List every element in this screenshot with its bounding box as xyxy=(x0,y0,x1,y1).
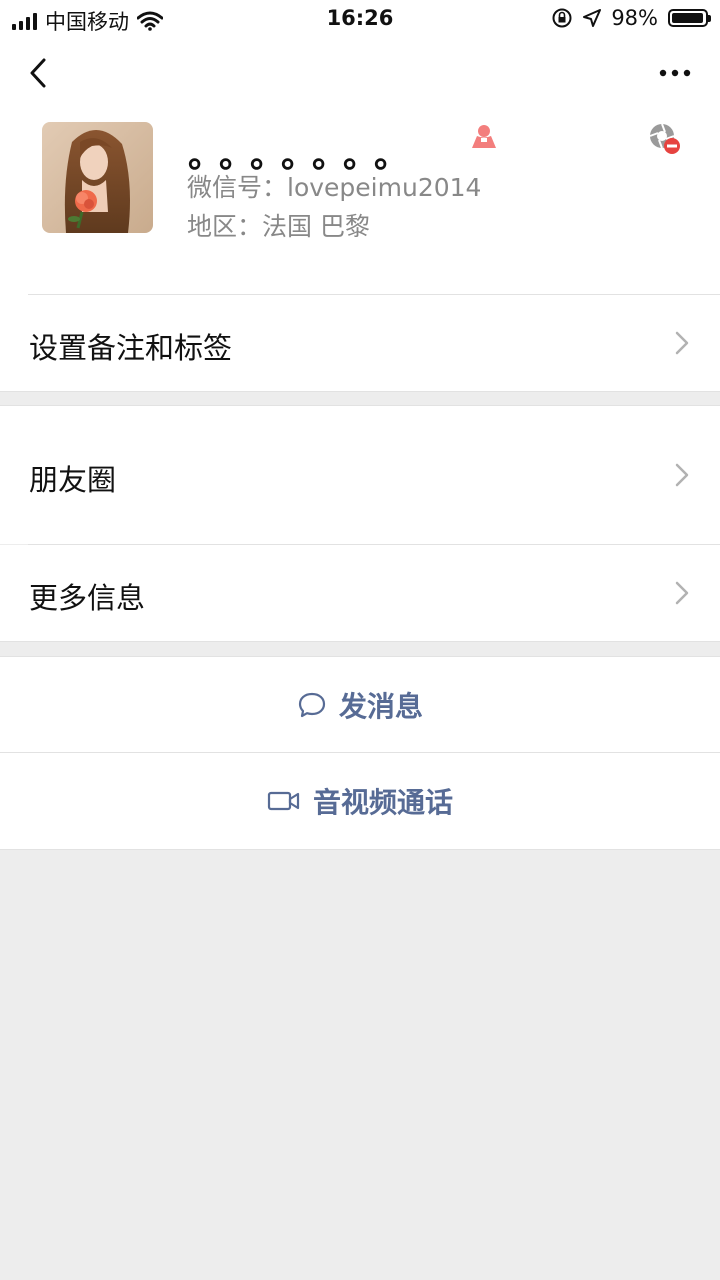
moments-row[interactable]: 朋友圈 xyxy=(0,406,720,544)
remark-tags-label: 设置备注和标签 xyxy=(29,331,233,365)
status-right: 98% xyxy=(551,6,711,30)
battery-level xyxy=(672,13,704,23)
more-info-label: 更多信息 xyxy=(29,581,146,615)
status-bar: 中国移动 16:26 98% xyxy=(0,0,720,38)
region-label: 地区： xyxy=(187,212,263,241)
more-button[interactable] xyxy=(650,50,700,96)
nav-bar xyxy=(0,38,720,108)
chevron-right-icon xyxy=(675,463,689,487)
wechat-id-row: 微信号：lovepeimu2014 xyxy=(187,168,481,204)
avatar-image xyxy=(42,122,153,233)
chevron-left-icon xyxy=(30,58,46,88)
divider xyxy=(0,849,720,850)
wechat-id-label: 微信号： xyxy=(187,173,288,202)
divider xyxy=(0,641,720,642)
back-button[interactable] xyxy=(22,50,62,96)
chat-bubble-icon xyxy=(298,692,326,718)
divider xyxy=(0,391,720,392)
chevron-right-icon xyxy=(675,331,689,355)
orientation-lock-icon xyxy=(552,8,572,28)
region-row: 地区：法国 巴黎 xyxy=(187,207,370,243)
profile-header: 。。。。。。。 微信号：lovepeimu2014 地区：法国 巴黎 xyxy=(0,108,720,295)
battery-icon xyxy=(668,9,711,27)
send-message-button[interactable]: 发消息 xyxy=(0,657,720,753)
avatar[interactable] xyxy=(42,122,153,233)
more-dots-icon xyxy=(659,69,691,77)
remark-tags-row[interactable]: 设置备注和标签 xyxy=(0,295,720,391)
video-call-label: 音视频通话 xyxy=(312,786,453,819)
battery-percent: 98% xyxy=(611,6,658,30)
moments-label: 朋友圈 xyxy=(29,463,117,497)
region-value: 法国 巴黎 xyxy=(262,212,370,241)
chevron-right-icon xyxy=(675,581,689,605)
video-call-button[interactable]: 音视频通话 xyxy=(0,753,720,849)
wechat-id-value: lovepeimu2014 xyxy=(287,173,482,202)
blocked-moments-icon[interactable] xyxy=(646,120,682,156)
send-message-label: 发消息 xyxy=(338,690,423,723)
female-icon xyxy=(472,125,496,148)
location-icon xyxy=(583,9,602,27)
more-info-row[interactable]: 更多信息 xyxy=(0,545,720,641)
video-camera-icon xyxy=(267,791,300,811)
